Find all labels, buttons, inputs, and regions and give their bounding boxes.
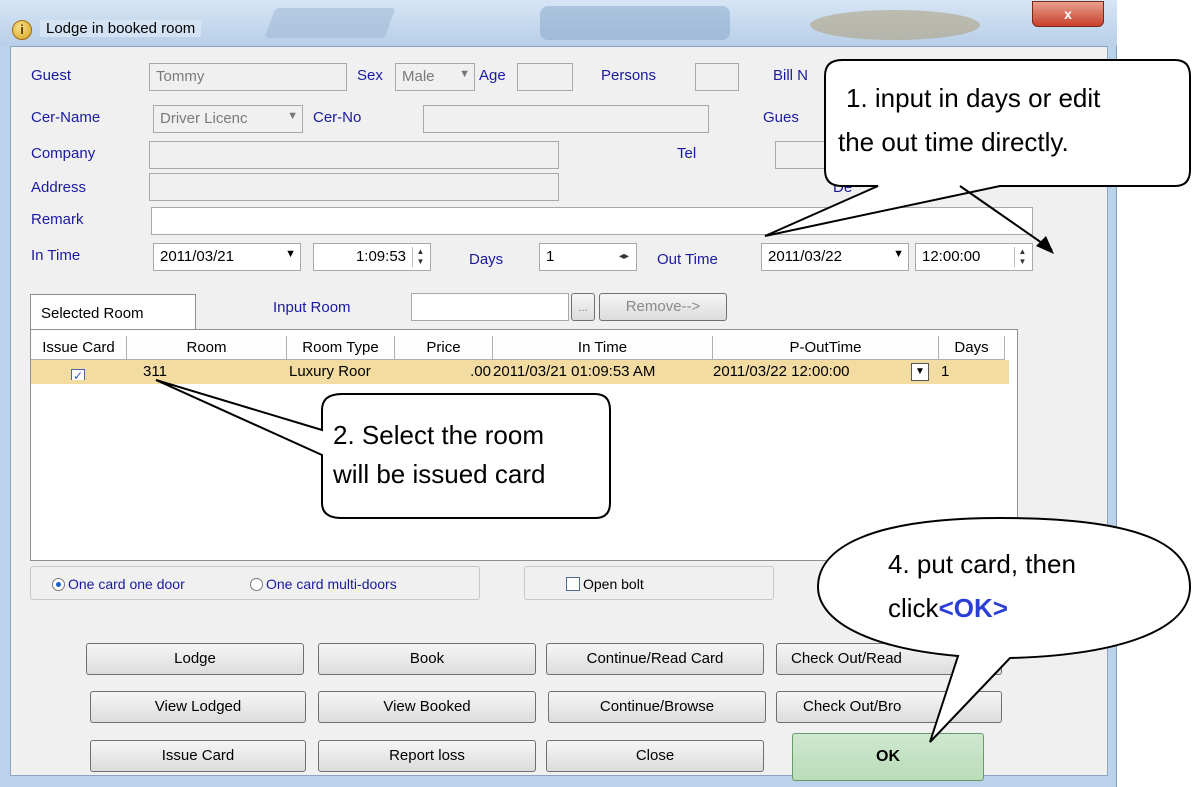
callout-2-line-2: will be issued card	[333, 459, 546, 489]
arrowhead-icon	[1036, 236, 1054, 254]
callout-1-arrow	[959, 185, 1053, 251]
callout-2-line-1: 2. Select the room	[333, 420, 544, 450]
annotation-overlay	[155, 59, 1192, 743]
callout-4-line-1: 4. put card, then	[888, 549, 1076, 579]
callout-4-line-2: click<OK>	[888, 590, 1008, 626]
callout-4-ok-highlight: <OK>	[938, 593, 1008, 623]
callout-4-text: click	[888, 593, 939, 623]
callout-1-line-2: the out time directly.	[838, 127, 1069, 157]
callout-1-line-1: 1. input in days or edit	[846, 83, 1101, 113]
